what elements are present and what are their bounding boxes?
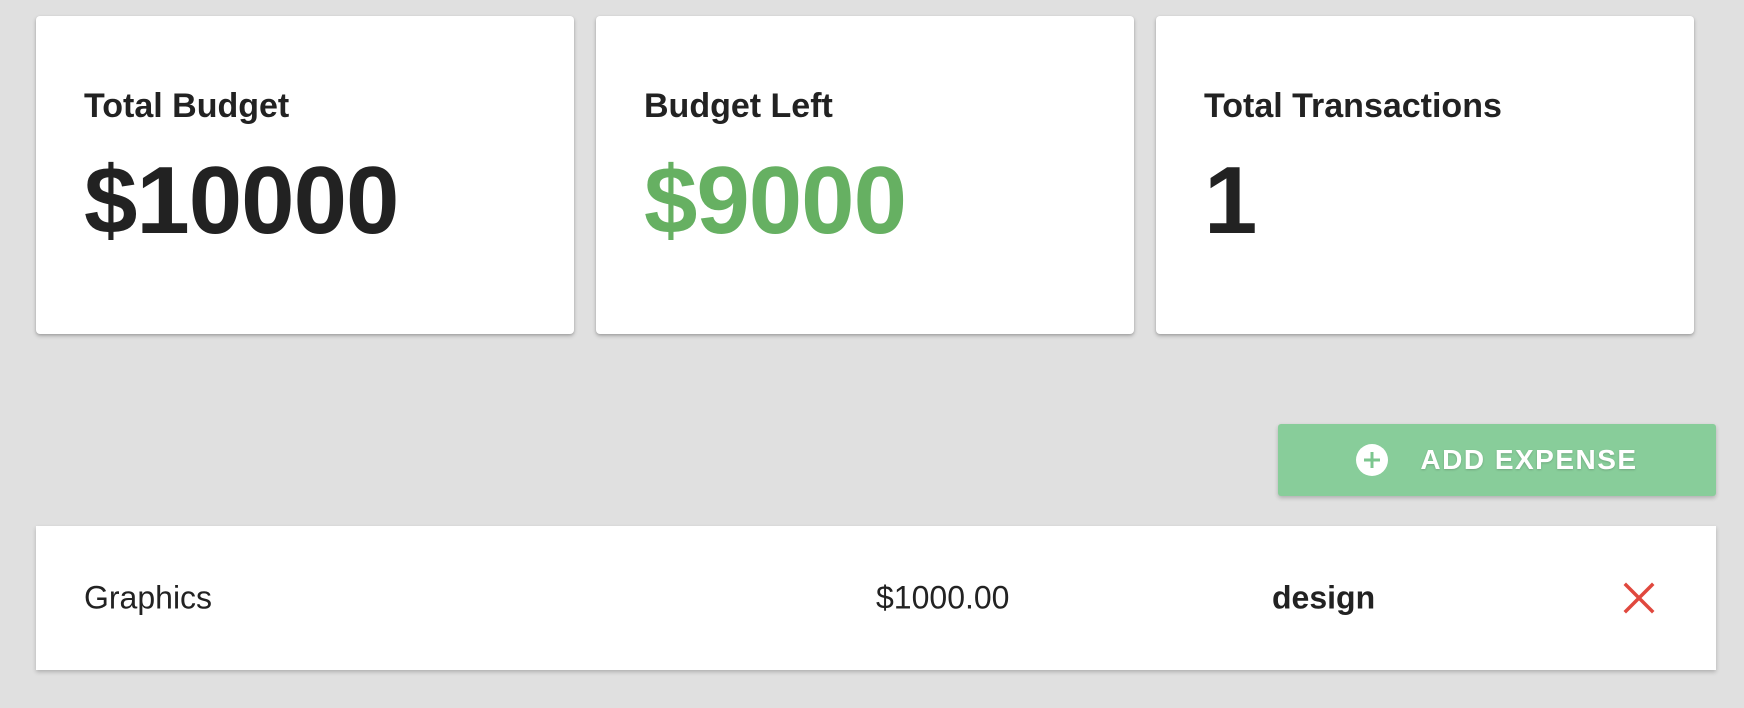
- close-icon: [1623, 582, 1655, 614]
- plus-circle-icon: [1356, 444, 1389, 476]
- budget-left-label: Budget Left: [644, 87, 833, 125]
- expense-row: Graphics $1000.00 design: [36, 526, 1716, 670]
- expense-name: Graphics: [84, 579, 213, 616]
- add-expense-label: ADD EXPENSE: [1420, 444, 1638, 475]
- total-transactions-value: 1: [1204, 146, 1257, 254]
- total-budget-value: $10000: [84, 146, 399, 254]
- total-budget-label: Total Budget: [84, 87, 290, 125]
- total-transactions-card: Total Transactions 1: [1156, 16, 1694, 334]
- total-transactions-label: Total Transactions: [1204, 87, 1502, 125]
- expense-amount: $1000.00: [876, 579, 1010, 616]
- budget-app: Total Budget $10000 Budget Left $9000 To…: [0, 0, 1744, 708]
- add-expense-button[interactable]: ADD EXPENSE: [1278, 424, 1716, 496]
- budget-left-value: $9000: [644, 146, 907, 254]
- total-budget-card: Total Budget $10000: [36, 16, 574, 334]
- delete-expense-button[interactable]: [1622, 581, 1656, 615]
- expense-category: design: [1272, 579, 1376, 616]
- summary-cards: Total Budget $10000 Budget Left $9000 To…: [36, 16, 1694, 334]
- budget-left-card: Budget Left $9000: [596, 16, 1134, 334]
